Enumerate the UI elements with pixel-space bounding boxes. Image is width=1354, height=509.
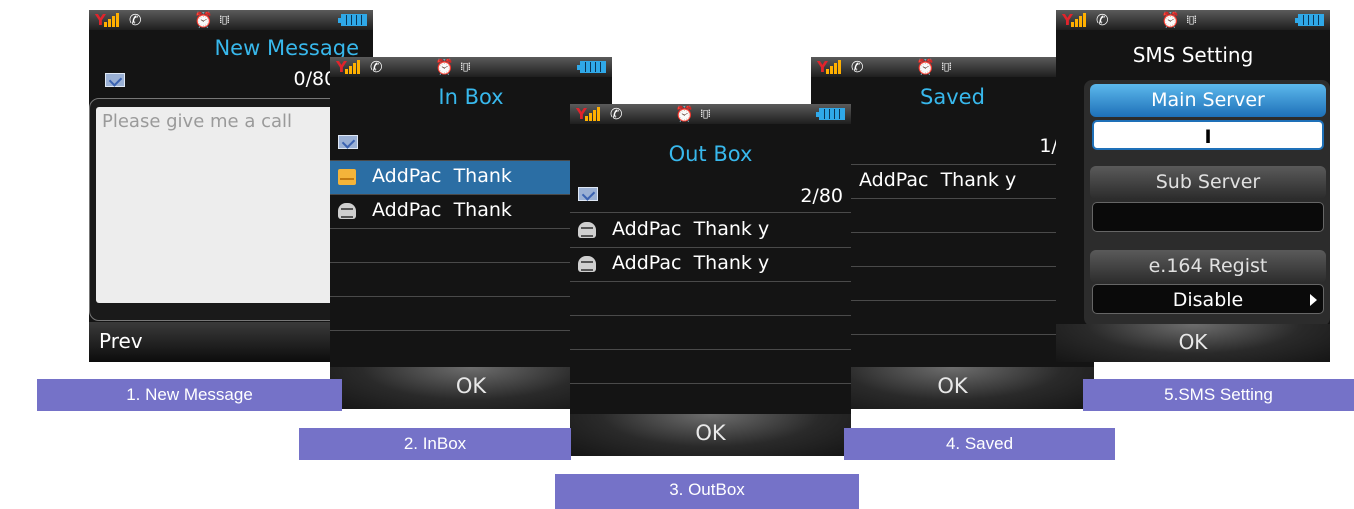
empty-row xyxy=(570,350,851,384)
caption-new-message: 1. New Message xyxy=(37,379,342,411)
unread-envelope-icon xyxy=(338,169,356,185)
empty-row xyxy=(811,233,1094,267)
message-preview: Thank xyxy=(453,165,512,187)
vibrate-icon: ⁞▯⁞ xyxy=(1186,13,1197,26)
message-icon xyxy=(578,187,598,201)
empty-row xyxy=(811,267,1094,301)
message-preview: Thank xyxy=(453,199,512,221)
read-envelope-icon xyxy=(338,203,356,219)
signal-bars-icon xyxy=(826,60,842,74)
message-preview: Thank y xyxy=(693,252,770,274)
read-envelope-icon xyxy=(578,256,596,272)
phone-icon: ✆ xyxy=(851,58,864,76)
empty-row xyxy=(570,316,851,350)
list-item[interactable]: AddPac Thank y xyxy=(570,248,851,282)
phone-icon: ✆ xyxy=(1096,11,1109,29)
vibrate-icon: ⁞▯⁞ xyxy=(219,13,230,26)
battery-icon xyxy=(338,14,367,26)
alarm-icon: ⏰ xyxy=(916,58,935,76)
sms-setting-screen: Y ✆ ⏰ ⁞▯⁞ SMS Setting Main Server I Sub … xyxy=(1056,10,1330,362)
soft-key-bar: OK xyxy=(1056,324,1330,362)
e164-regist-select[interactable]: Disable xyxy=(1092,284,1324,314)
message-count: 2/80 xyxy=(800,185,843,207)
count-row: 1/80 xyxy=(811,131,1094,165)
main-server-label: Main Server xyxy=(1090,84,1326,117)
alarm-icon: ⏰ xyxy=(1161,11,1180,29)
empty-row xyxy=(570,282,851,316)
message-sender: AddPac xyxy=(612,218,682,240)
e164-regist-value: Disable xyxy=(1172,289,1244,311)
page-title: SMS Setting xyxy=(1132,43,1254,67)
list-item[interactable]: AddPac Thank y xyxy=(570,214,851,248)
ok-soft-key[interactable]: OK xyxy=(1056,330,1330,354)
list-item[interactable]: AddPac Thank y xyxy=(811,165,1094,199)
soft-key-bar: OK xyxy=(570,414,851,456)
phone-icon: ✆ xyxy=(610,105,623,123)
main-server-input[interactable]: I xyxy=(1092,120,1324,150)
battery-icon xyxy=(816,108,845,120)
message-sender: AddPac xyxy=(372,165,442,187)
soft-key-bar: OK xyxy=(811,367,1094,409)
alarm-icon: ⏰ xyxy=(435,58,454,76)
saved-screen: Y ✆ ⏰ ⁞▯⁞ Saved 1/80 AddPac Thank y OK xyxy=(811,57,1094,409)
message-sender: AddPac xyxy=(859,169,929,191)
page-title: Out Box xyxy=(668,142,753,166)
caption-inbox: 2. InBox xyxy=(299,428,571,460)
alarm-icon: ⏰ xyxy=(675,105,694,123)
status-bar: Y ✆ ⏰ ⁞▯⁞ xyxy=(330,57,612,77)
phone-icon: ✆ xyxy=(129,11,142,29)
caption-saved: 4. Saved xyxy=(844,428,1115,460)
ok-soft-key[interactable]: OK xyxy=(570,421,851,445)
vibrate-icon: ⁞▯⁞ xyxy=(460,60,471,73)
message-sender: AddPac xyxy=(612,252,682,274)
message-preview: Thank y xyxy=(940,169,1017,191)
sub-server-label: Sub Server xyxy=(1090,166,1326,199)
empty-row xyxy=(811,199,1094,233)
message-sender: AddPac xyxy=(372,199,442,221)
battery-icon xyxy=(577,61,606,73)
message-preview: Thank y xyxy=(693,218,770,240)
signal-bars-icon xyxy=(585,107,601,121)
vibrate-icon: ⁞▯⁞ xyxy=(700,107,711,120)
empty-row xyxy=(811,301,1094,335)
signal-bars-icon xyxy=(1071,13,1087,27)
count-row: 2/80 xyxy=(570,179,851,213)
signal-bars-icon xyxy=(345,60,361,74)
status-bar: Y ✆ ⏰ ⁞▯⁞ xyxy=(89,10,373,30)
message-placeholder: Please give me a call xyxy=(102,111,293,132)
message-icon xyxy=(338,135,358,149)
vibrate-icon: ⁞▯⁞ xyxy=(941,60,952,73)
status-bar: Y ✆ ⏰ ⁞▯⁞ xyxy=(811,57,1094,77)
page-title: Saved xyxy=(920,85,985,109)
e164-regist-label: e.164 Regist xyxy=(1090,250,1326,283)
caption-sms-setting: 5.SMS Setting xyxy=(1083,379,1354,411)
empty-row xyxy=(811,335,1094,368)
message-icon xyxy=(105,73,125,87)
alarm-icon: ⏰ xyxy=(194,11,213,29)
prev-soft-key[interactable]: Prev xyxy=(99,329,143,353)
phone-icon: ✆ xyxy=(370,58,383,76)
caption-outbox: 3. OutBox xyxy=(555,474,859,509)
ok-soft-key[interactable]: OK xyxy=(811,374,1094,398)
empty-row xyxy=(570,384,851,417)
setting-panel: Main Server I Sub Server e.164 Regist Di… xyxy=(1084,80,1330,326)
signal-bars-icon xyxy=(104,13,120,27)
outbox-screen: Y ✆ ⏰ ⁞▯⁞ Out Box 2/80 AddPac Thank y Ad… xyxy=(570,104,851,456)
sub-server-input[interactable] xyxy=(1092,202,1324,232)
arrow-right-icon xyxy=(1310,294,1317,306)
status-bar: Y ✆ ⏰ ⁞▯⁞ xyxy=(1056,10,1330,30)
status-bar: Y ✆ ⏰ ⁞▯⁞ xyxy=(570,104,851,124)
battery-icon xyxy=(1295,14,1324,26)
read-envelope-icon xyxy=(578,222,596,238)
